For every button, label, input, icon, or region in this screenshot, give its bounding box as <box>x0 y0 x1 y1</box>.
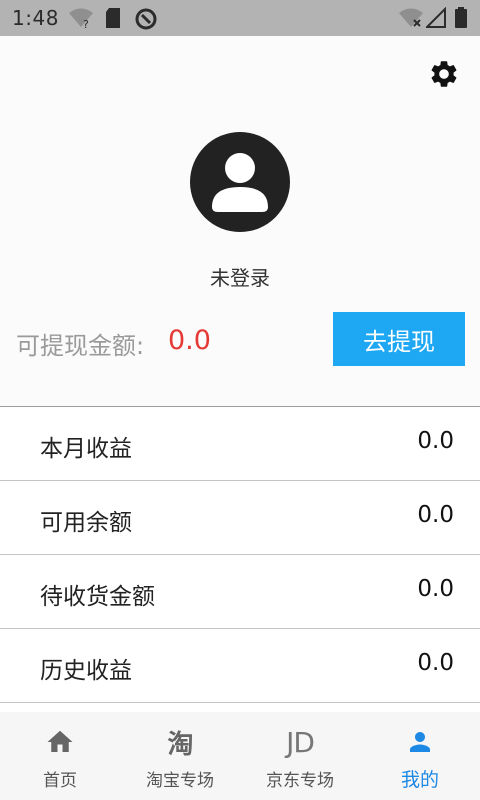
withdrawable-amount-value: 0.0 <box>168 325 211 356</box>
person-icon <box>405 726 435 758</box>
tab-jd[interactable]: JD 京东专场 <box>240 712 360 800</box>
wifi-off-icon <box>399 8 423 27</box>
login-status-text[interactable]: 未登录 <box>0 262 480 291</box>
withdrawable-amount-label: 可提现金额: <box>16 332 145 360</box>
tab-label: 首页 <box>43 771 77 791</box>
list-item-history-earnings[interactable]: 历史收益 0.0 <box>0 629 480 703</box>
signal-icon <box>426 7 446 28</box>
wifi-question-icon: ? <box>69 8 93 29</box>
list-item-monthly-earnings[interactable]: 本月收益 0.0 <box>0 407 480 481</box>
status-bar: 1:48 ? <box>0 0 480 36</box>
svg-text:?: ? <box>83 18 89 29</box>
list-item-label: 历史收益 <box>40 658 132 684</box>
tab-label: 京东专场 <box>266 771 334 791</box>
avatar-icon[interactable] <box>190 132 290 232</box>
earnings-list: 本月收益 0.0 可用余额 0.0 待收货金额 0.0 历史收益 0.0 <box>0 406 480 703</box>
list-item-available-balance[interactable]: 可用余额 0.0 <box>0 481 480 555</box>
list-item-label: 可用余额 <box>40 510 132 536</box>
tab-label: 我的 <box>400 769 439 791</box>
list-item-value: 0.0 <box>417 428 454 454</box>
list-item-label: 本月收益 <box>40 436 132 462</box>
tab-mine[interactable]: 我的 <box>360 712 480 800</box>
list-item-value: 0.0 <box>417 502 454 528</box>
bottom-navigation: 首页 淘 淘宝专场 JD 京东专场 我的 <box>0 712 480 800</box>
list-item-value: 0.0 <box>417 576 454 602</box>
withdraw-button[interactable]: 去提现 <box>333 312 465 366</box>
tab-taobao[interactable]: 淘 淘宝专场 <box>120 712 240 800</box>
list-item-label: 待收货金额 <box>40 584 155 610</box>
taobao-icon: 淘 <box>167 729 193 760</box>
list-item-value: 0.0 <box>417 650 454 676</box>
settings-gear-icon[interactable] <box>428 58 460 90</box>
profile-header: 未登录 可提现金额: 0.0 去提现 <box>0 36 480 406</box>
jd-icon: JD <box>286 725 315 759</box>
sd-card-icon <box>106 8 120 28</box>
data-saver-icon <box>135 8 157 30</box>
battery-icon <box>455 7 467 28</box>
tab-label: 淘宝专场 <box>146 771 214 791</box>
tab-home[interactable]: 首页 <box>0 712 120 800</box>
status-time: 1:48 <box>12 6 59 30</box>
home-icon <box>44 726 76 758</box>
list-item-pending-amount[interactable]: 待收货金额 0.0 <box>0 555 480 629</box>
